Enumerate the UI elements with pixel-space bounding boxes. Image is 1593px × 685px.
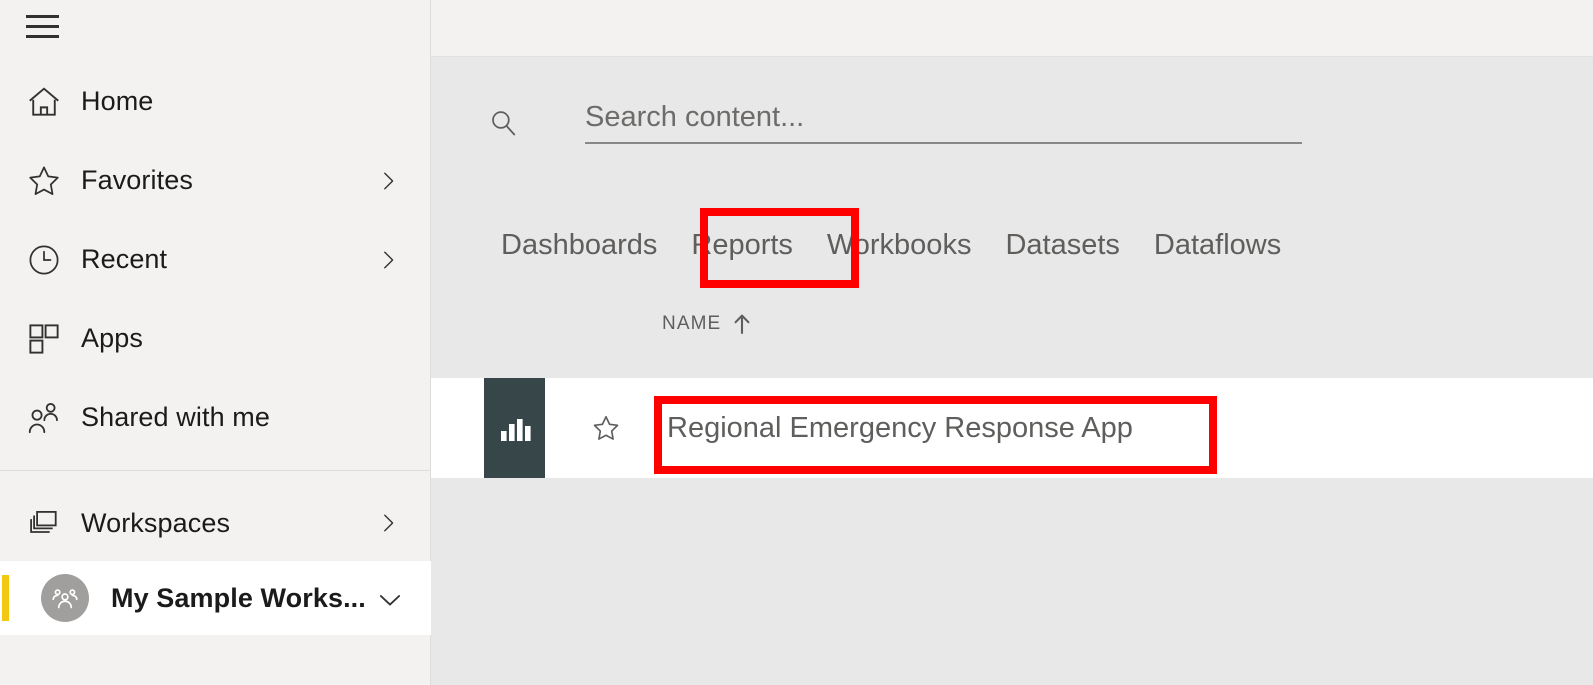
sidebar-item-label: Shared with me <box>81 402 270 432</box>
bar-chart-report-icon <box>484 378 545 478</box>
sidebar-item-apps[interactable]: Apps <box>0 299 431 378</box>
chevron-right-icon[interactable] <box>377 512 399 534</box>
chevron-down-icon[interactable] <box>377 587 401 609</box>
content-type-tabs: Dashboards Reports Workbooks Datasets Da… <box>501 223 1281 267</box>
table-row[interactable]: Regional Emergency Response App <box>431 378 1593 478</box>
search-icon <box>488 108 518 138</box>
sidebar-item-home[interactable]: Home <box>0 62 431 141</box>
sidebar-item-label: Home <box>81 86 154 116</box>
tab-workbooks[interactable]: Workbooks <box>827 223 972 267</box>
search-bar <box>488 101 1302 159</box>
clock-icon <box>23 239 65 281</box>
sidebar-item-favorites[interactable]: Favorites <box>0 141 431 220</box>
left-navigation-sidebar: Home Favorites Recent Apps Shared with m… <box>0 0 431 685</box>
chevron-right-icon[interactable] <box>377 170 399 192</box>
selected-accent-bar <box>2 575 9 621</box>
home-icon <box>23 81 65 123</box>
main-content-area: Dashboards Reports Workbooks Datasets Da… <box>431 58 1593 685</box>
search-input[interactable] <box>585 101 1245 134</box>
workspace-group-avatar-icon <box>41 574 89 622</box>
star-icon <box>23 160 65 202</box>
sidebar-primary-nav: Home Favorites Recent Apps Shared with m… <box>0 62 431 457</box>
apps-grid-icon <box>23 318 65 360</box>
hamburger-bar <box>25 34 59 38</box>
sidebar-item-label: Workspaces <box>81 507 231 538</box>
sidebar-item-label: My Sample Works... <box>111 582 366 613</box>
people-icon <box>23 397 65 439</box>
sidebar-item-my-sample-workspace[interactable]: My Sample Works... <box>0 561 431 635</box>
column-header-name-label: NAME <box>662 313 722 334</box>
tab-dashboards[interactable]: Dashboards <box>501 223 657 267</box>
sidebar-item-workspaces[interactable]: Workspaces <box>0 485 431 561</box>
hamburger-bar <box>25 14 59 18</box>
app-root: Home Favorites Recent Apps Shared with m… <box>0 0 1593 685</box>
report-name-cell: Regional Emergency Response App <box>655 401 1593 455</box>
chevron-right-icon[interactable] <box>377 249 399 271</box>
sidebar-item-shared-with-me[interactable]: Shared with me <box>0 378 431 457</box>
sidebar-workspaces-section: Workspaces My Sample Works... <box>0 485 431 635</box>
tab-datasets[interactable]: Datasets <box>1005 223 1119 267</box>
favorite-star-outline-icon[interactable] <box>590 412 622 444</box>
sidebar-item-recent[interactable]: Recent <box>0 220 431 299</box>
column-header-name[interactable]: NAME <box>662 313 751 335</box>
sort-arrow-up-icon <box>733 313 751 335</box>
list-column-header: NAME <box>431 313 1593 355</box>
top-header-bar <box>431 0 1593 57</box>
search-underline <box>585 142 1302 144</box>
workspaces-stack-icon <box>23 502 65 544</box>
sidebar-item-label: Favorites <box>81 165 193 195</box>
tab-dataflows[interactable]: Dataflows <box>1154 223 1281 267</box>
sidebar-item-label: Apps <box>81 323 143 353</box>
hamburger-menu-icon[interactable] <box>20 4 64 48</box>
hamburger-bar <box>25 24 59 28</box>
report-name-link[interactable]: Regional Emergency Response App <box>655 412 1133 444</box>
sidebar-item-label: Recent <box>81 244 168 274</box>
sidebar-divider <box>0 470 430 471</box>
tab-reports[interactable]: Reports <box>691 223 793 267</box>
